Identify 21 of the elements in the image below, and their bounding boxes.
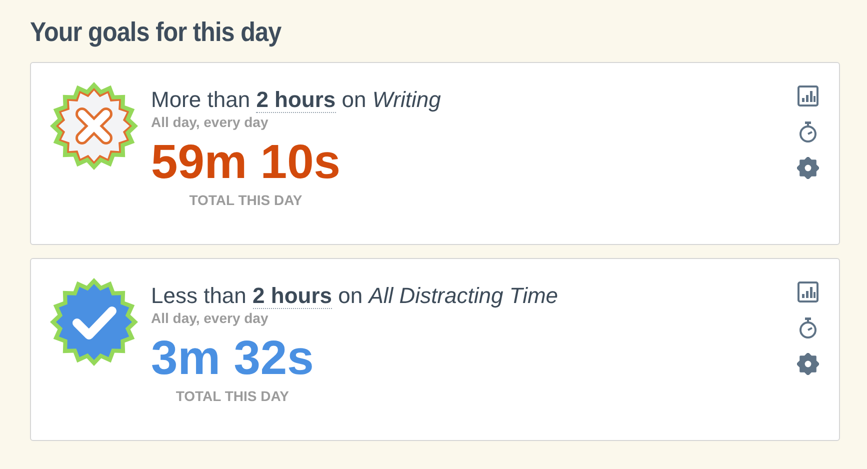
goal-category: All Distracting Time xyxy=(368,283,558,308)
settings-icon[interactable] xyxy=(797,157,819,179)
settings-icon[interactable] xyxy=(797,353,819,375)
total-label: TOTAL THIS DAY xyxy=(176,387,289,405)
goal-category: Writing xyxy=(372,87,441,112)
goal-amount-link[interactable]: 2 hours xyxy=(256,87,336,113)
total-time: 3m 32s xyxy=(151,331,314,387)
goal-schedule: All day, every day xyxy=(151,309,270,327)
goal-schedule: All day, every day xyxy=(151,113,270,131)
goal-comparison: Less than xyxy=(151,283,246,308)
stopwatch-icon[interactable] xyxy=(798,317,818,339)
goal-on: on xyxy=(338,283,363,308)
goal-comparison: More than xyxy=(151,87,250,112)
total-time: 59m 10s xyxy=(151,135,340,191)
total-label: TOTAL THIS DAY xyxy=(189,191,302,209)
bar-chart-icon[interactable] xyxy=(797,281,819,303)
goal-on: on xyxy=(342,87,366,112)
bar-chart-icon[interactable] xyxy=(797,85,819,107)
goal-amount-link[interactable]: 2 hours xyxy=(252,283,332,309)
section-heading: Your goals for this day xyxy=(30,16,282,49)
stopwatch-icon[interactable] xyxy=(798,121,818,143)
